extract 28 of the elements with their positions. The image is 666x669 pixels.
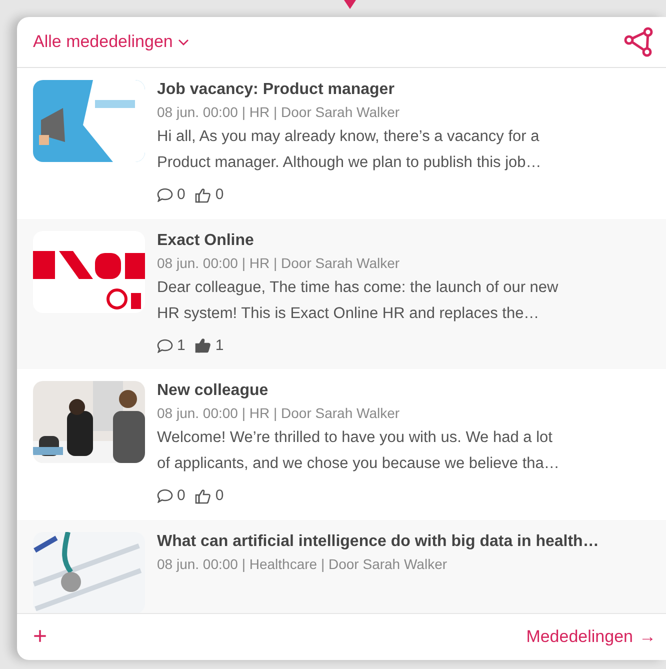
comment-count: 0 bbox=[177, 185, 186, 205]
announcement-title[interactable]: Job vacancy: Product manager bbox=[157, 80, 542, 100]
announcement-title[interactable]: Exact Online bbox=[157, 230, 558, 250]
announcement-meta: 08 jun. 00:00 | HR | Door Sarah Walker bbox=[157, 103, 401, 122]
comment-icon[interactable] bbox=[157, 188, 173, 202]
announcement-meta: 08 jun. 00:00 | HR | Door Sarah Walker bbox=[157, 254, 401, 272]
comment-count: 1 bbox=[177, 336, 186, 356]
announcement-title[interactable]: New colleague bbox=[157, 381, 560, 401]
like-count: 0 bbox=[215, 486, 224, 506]
comment-count: 0 bbox=[177, 486, 186, 506]
comment-icon[interactable] bbox=[157, 489, 173, 504]
announcement-excerpt: Welcome! We’re thrilled to have you with us. We had a lot of applicants, and we chose you because we believe tha… bbox=[157, 428, 560, 474]
thumbs-up-icon[interactable] bbox=[195, 188, 212, 203]
announcement-title[interactable]: What can artificial intelligence do with big data in health… bbox=[157, 532, 599, 552]
announcement-meta: 08 jun. 00:00 | Healthcare | Door Sarah Walker bbox=[157, 554, 448, 574]
share-icon[interactable] bbox=[624, 27, 654, 57]
announcements-link[interactable]: Mededelingen → bbox=[526, 624, 656, 650]
announcement-excerpt: Dear colleague, The time has come: the launch of our new HR system! This is Exact Online HR and replaces the… bbox=[157, 278, 558, 324]
announcement-excerpt: Hi all, As you may already know, there’s a vacancy for a Product manager. Although we plan to publish this job… bbox=[157, 127, 542, 173]
thumbs-up-icon[interactable] bbox=[195, 488, 212, 504]
add-button[interactable]: + bbox=[33, 625, 48, 649]
chevron-down-icon bbox=[178, 38, 189, 46]
like-count: 0 bbox=[215, 185, 224, 205]
thumbs-up-icon[interactable] bbox=[195, 338, 212, 354]
comment-icon[interactable] bbox=[157, 338, 173, 353]
filter-dropdown[interactable]: Alle mededelingen bbox=[33, 29, 189, 55]
like-count: 1 bbox=[215, 336, 224, 356]
announcement-meta: 08 jun. 00:00 | HR | Door Sarah Walker bbox=[157, 404, 401, 423]
